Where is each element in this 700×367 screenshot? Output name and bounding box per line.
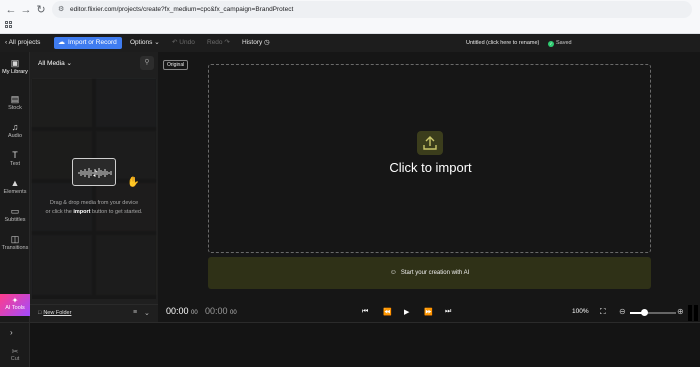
zoom-slider-handle[interactable] <box>641 309 648 316</box>
apps-grid-icon[interactable] <box>5 21 13 29</box>
drop-instructions: Drag & drop media from your device or cl… <box>45 200 143 215</box>
audio-waveform-icon: ♪ <box>72 158 116 186</box>
history-icon: ◷ <box>262 39 270 46</box>
zoom-slider[interactable] <box>630 309 676 316</box>
chevron-right-icon[interactable]: › <box>10 328 13 337</box>
start-with-ai-button[interactable]: ☺ Start your creation with AI <box>208 257 651 289</box>
film-icon: ▤ <box>10 94 20 104</box>
sidebar-item-transitions[interactable]: ◫ Transitions <box>0 234 30 251</box>
zoom-level[interactable]: 100% <box>572 308 589 315</box>
sort-icon[interactable]: ≡ <box>133 309 137 316</box>
zoom-out-icon[interactable]: ⊖ <box>619 307 626 316</box>
app-header: ‹ All projects ☁ Import or Record Option… <box>0 34 700 52</box>
folder-plus-icon: □ <box>38 310 42 316</box>
skip-to-end-icon[interactable]: ⏭ <box>445 308 451 316</box>
folder-icon: ▣ <box>10 58 20 68</box>
play-icon[interactable]: ▶ <box>404 308 409 316</box>
import-drop-zone[interactable]: Click to import <box>208 64 651 253</box>
total-time: 00:00 00 <box>205 306 237 316</box>
zoom-in-icon[interactable]: ⊕ <box>677 307 684 316</box>
fast-forward-icon[interactable]: ⏩ <box>424 308 433 316</box>
cut-tool[interactable]: ✂ Cut <box>0 347 30 362</box>
original-label[interactable]: Original <box>163 60 189 70</box>
project-title[interactable]: Untitled (click here to rename) <box>466 34 539 52</box>
forward-icon[interactable]: → <box>19 3 33 17</box>
upload-icon <box>417 131 443 155</box>
browser-toolbar: ← → ↻ ⚙ editor.flixier.com/projects/crea… <box>0 0 700 34</box>
search-icon[interactable]: ⚲ <box>140 56 154 70</box>
library-footer: □ New Folder ≡ ⌄ <box>30 304 158 322</box>
sidebar-item-my-library[interactable]: ▣ My Library <box>0 58 30 75</box>
playback-controls: 00:00 00 00:00 00 ⏮ ⏪ ▶ ⏩ ⏭ 100% ⛶ ⊖ ⊕ <box>158 304 700 322</box>
scissors-icon: ✂ <box>11 347 19 356</box>
timeline-tools: › ✂ Cut <box>0 323 30 367</box>
sidebar-item-stock[interactable]: ▤ Stock <box>0 94 30 111</box>
timeline-panel: › ✂ Cut <box>0 322 700 367</box>
upload-arrow-graphic <box>423 136 437 150</box>
shapes-icon: ▲ <box>10 178 20 188</box>
import-or-record-button[interactable]: ☁ Import or Record <box>54 37 122 49</box>
history-button[interactable]: History ◷ <box>242 34 270 52</box>
empty-state-overlay <box>32 79 156 299</box>
waveform-graphic: ♪ <box>78 168 112 178</box>
cc-icon: ▭ <box>10 206 20 216</box>
text-icon: T <box>12 150 18 160</box>
cloud-upload-icon: ☁ <box>58 39 65 46</box>
redo-button[interactable]: Redo ↷ <box>207 34 230 52</box>
sidebar-item-audio[interactable]: ♫ Audio <box>0 122 30 139</box>
address-bar[interactable]: ⚙ editor.flixier.com/projects/create?fx_… <box>52 1 692 18</box>
rewind-icon[interactable]: ⏪ <box>383 308 392 316</box>
robot-icon: ☺ <box>389 269 397 276</box>
hand-cursor-icon: ✋ <box>127 177 140 188</box>
media-library-panel: All Media ⌄ ⚲ ♪ ✋ Drag & drop media from… <box>30 52 158 322</box>
preview-area: Original Click to import ☺ Start your cre… <box>158 52 700 322</box>
all-media-dropdown[interactable]: All Media ⌄ <box>38 59 72 67</box>
chevron-down-icon[interactable]: ⌄ <box>144 309 150 317</box>
transition-icon: ◫ <box>10 234 20 244</box>
current-time: 00:00 00 <box>166 306 198 316</box>
import-link[interactable]: import <box>73 209 90 215</box>
ai-tools-button[interactable]: ✦ AI Tools <box>0 294 30 316</box>
checkmark-icon: ✓ <box>548 41 554 47</box>
chevron-down-icon: ⌄ <box>66 60 72 67</box>
undo-button[interactable]: ↶ Undo <box>172 34 195 52</box>
reload-icon[interactable]: ↻ <box>34 3 48 17</box>
sidebar-item-subtitles[interactable]: ▭ Subtitles <box>0 206 30 223</box>
library-header: All Media ⌄ ⚲ <box>30 52 158 74</box>
music-note-icon: ♫ <box>11 122 19 132</box>
panel-handle[interactable] <box>688 305 698 321</box>
left-sidebar: ▣ My Library ▤ Stock ♫ Audio T Text ▲ El… <box>0 52 30 322</box>
url-text: editor.flixier.com/projects/create?fx_me… <box>70 6 294 13</box>
back-icon[interactable]: ← <box>4 3 18 17</box>
options-menu[interactable]: Options ⌄ <box>130 34 160 52</box>
save-status: ✓ Saved <box>548 40 572 47</box>
sidebar-item-text[interactable]: T Text <box>0 150 30 167</box>
all-projects-link[interactable]: ‹ All projects <box>5 34 40 52</box>
redo-icon: ↷ <box>222 39 230 46</box>
fullscreen-icon[interactable]: ⛶ <box>600 307 606 317</box>
sparkle-icon: ✦ <box>11 296 19 305</box>
click-to-import-text[interactable]: Click to import <box>209 160 652 175</box>
svg-text:♪: ♪ <box>92 169 97 178</box>
skip-to-start-icon[interactable]: ⏮ <box>362 308 368 316</box>
new-folder-button[interactable]: □ New Folder <box>38 310 71 316</box>
sidebar-item-elements[interactable]: ▲ Elements <box>0 178 30 195</box>
chevron-down-icon: ⌄ <box>154 39 160 46</box>
site-info-icon[interactable]: ⚙ <box>58 1 64 18</box>
